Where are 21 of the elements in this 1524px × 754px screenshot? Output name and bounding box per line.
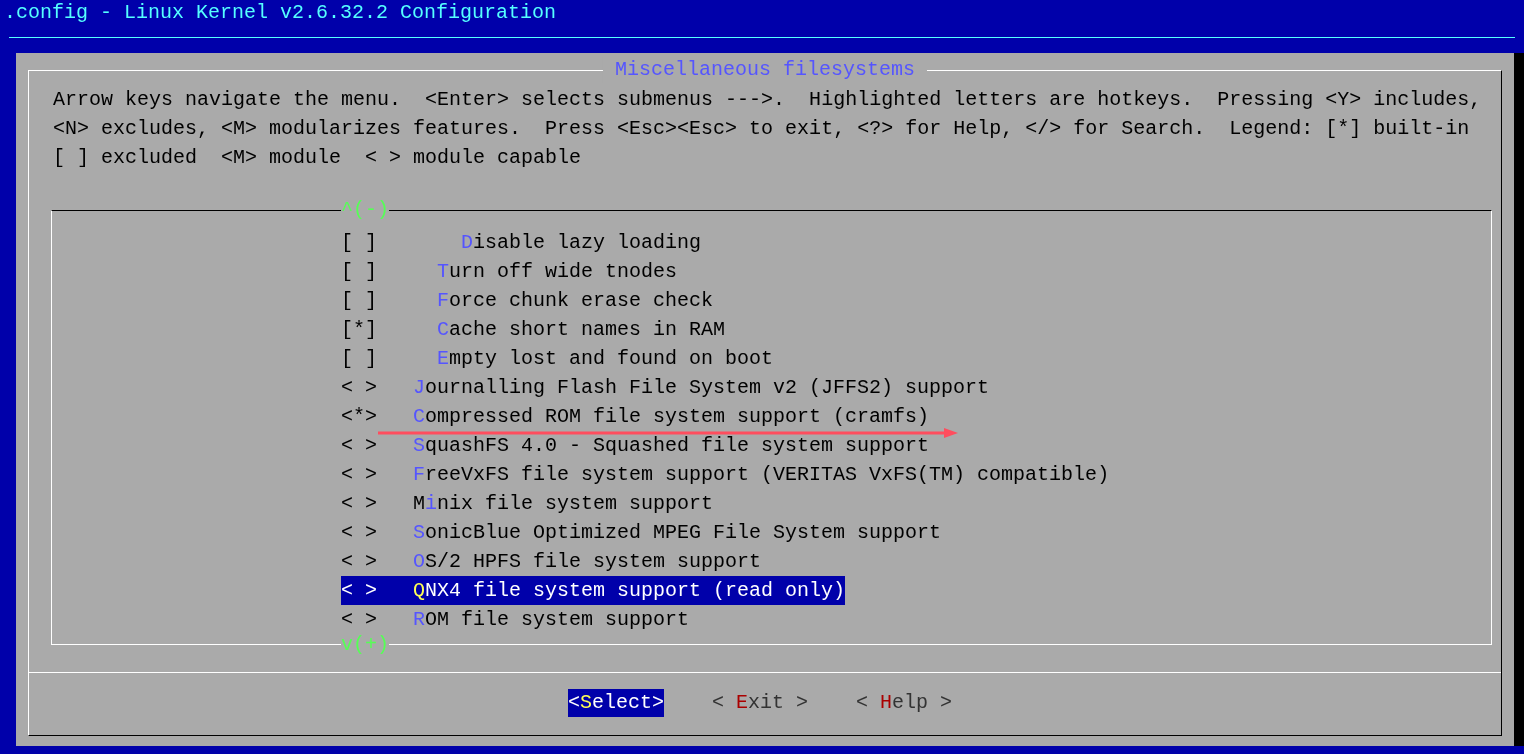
scroll-up-indicator: ^(-) xyxy=(341,199,389,221)
dialog-button[interactable]: < Help > xyxy=(856,689,953,717)
menu-item[interactable]: < > Minix file system support xyxy=(341,489,714,518)
menu-item[interactable]: < > QNX4 file system support (read only) xyxy=(341,576,846,605)
menu-item[interactable]: < > Journalling Flash File System v2 (JFFS2) support xyxy=(341,373,990,402)
menu-item[interactable]: < > FreeVxFS file system support (VERITAS VxFS(TM) compatible) xyxy=(341,460,1110,489)
menu-item[interactable]: [ ] Force chunk erase check xyxy=(341,286,714,315)
menu-item[interactable]: [ ] Disable lazy loading xyxy=(341,228,702,257)
help-text: Arrow keys navigate the menu. <Enter> selects submenus --->. Highlighted letters are hotkeys. Pressing <Y> includes, <N> excludes, <M> modularizes features. Press <Esc><Esc> to exit, <?> for Help, </> for Search. Legend: [*] built-in [ ] excluded <M> module < > module capable xyxy=(53,87,1483,171)
menu-item[interactable]: < > SonicBlue Optimized MPEG File System support xyxy=(341,518,942,547)
menu-item[interactable]: < > ROM file system support xyxy=(341,605,690,634)
window-title: .config - Linux Kernel v2.6.32.2 Configuration xyxy=(3,0,558,26)
menu-item[interactable]: [*] Cache short names in RAM xyxy=(341,315,726,344)
menu-item[interactable]: < > OS/2 HPFS file system support xyxy=(341,547,762,576)
scroll-down-indicator: v(+) xyxy=(341,634,389,656)
menu-item[interactable]: <*> Compressed ROM file system support (cramfs) xyxy=(341,402,930,431)
menu-item[interactable]: < > SquashFS 4.0 - Squashed file system support xyxy=(341,431,930,460)
dialog-button[interactable]: <Select> xyxy=(567,689,664,717)
menu-item[interactable]: [ ] Turn off wide tnodes xyxy=(341,257,678,286)
menu-item[interactable]: [ ] Empty lost and found on boot xyxy=(341,344,774,373)
dialog-button[interactable]: < Exit > xyxy=(711,689,808,717)
